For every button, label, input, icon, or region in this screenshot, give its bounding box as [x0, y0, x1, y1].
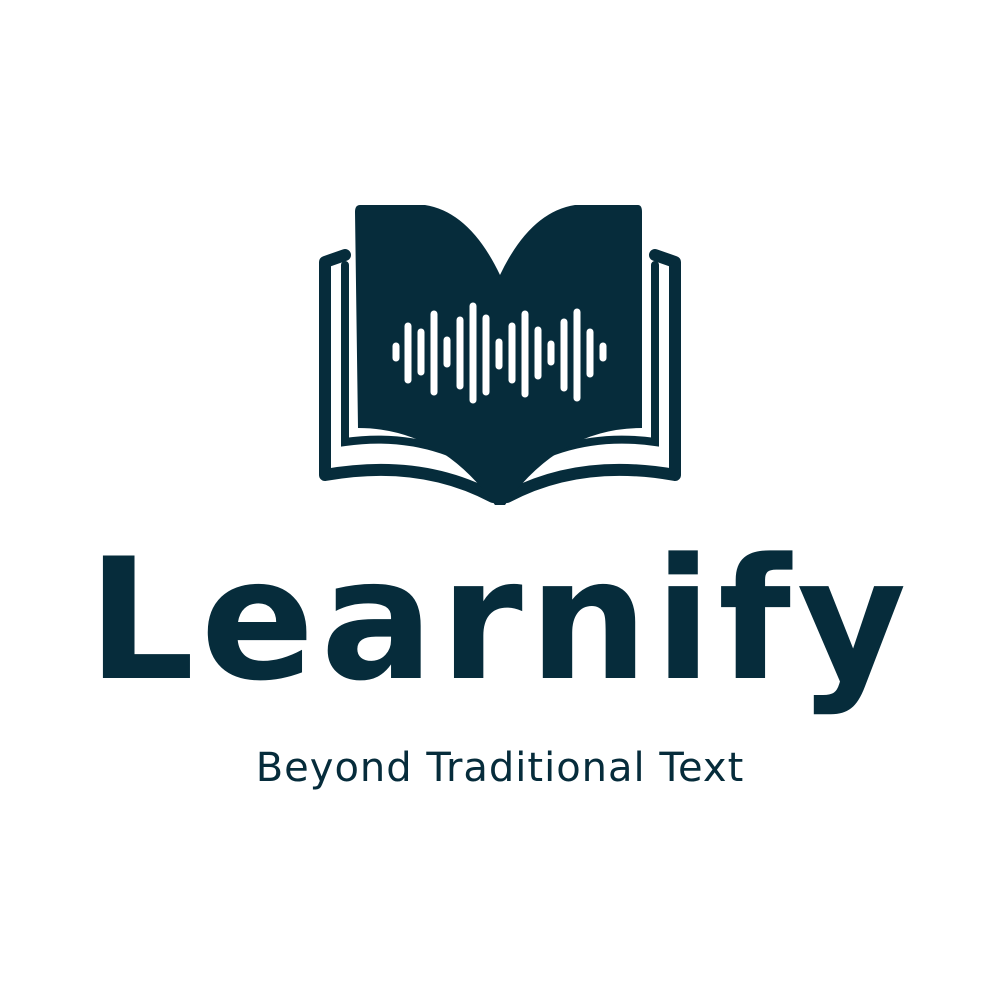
- open-book-soundwave-icon: [319, 205, 681, 505]
- brand-name: Learnify: [87, 522, 913, 718]
- logo-canvas: Learnify Beyond Traditional Text: [0, 0, 1000, 1000]
- brand-tagline: Beyond Traditional Text: [255, 745, 745, 791]
